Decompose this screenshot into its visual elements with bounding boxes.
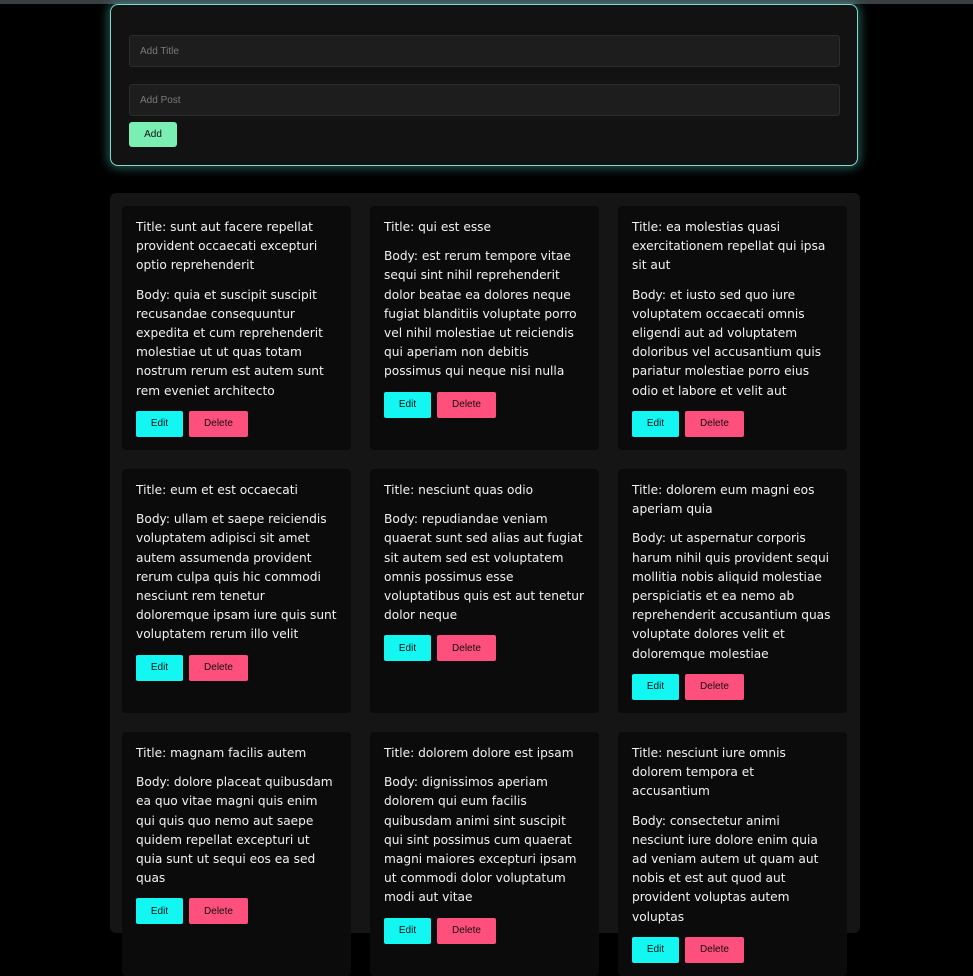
edit-button[interactable]: Edit bbox=[632, 410, 679, 437]
post-card: Title: dolorem eum magni eos aperiam qui… bbox=[618, 469, 847, 713]
post-input[interactable] bbox=[129, 84, 840, 116]
post-actions: Edit Delete bbox=[384, 635, 585, 662]
post-card: Title: nesciunt iure omnis dolorem tempo… bbox=[618, 732, 847, 976]
post-body: Body: dignissimos aperiam dolorem qui eu… bbox=[384, 775, 577, 905]
post-actions: Edit Delete bbox=[632, 936, 833, 963]
post-card: Title: nesciunt quas odio Body: repudian… bbox=[370, 469, 599, 713]
post-card: Title: qui est esse Body: est rerum temp… bbox=[370, 206, 599, 450]
posts-list: Title: sunt aut facere repellat providen… bbox=[110, 193, 860, 976]
add-post-form: Add bbox=[110, 4, 858, 166]
delete-button[interactable]: Delete bbox=[437, 391, 496, 418]
post-body: Body: et iusto sed quo iure voluptatem o… bbox=[632, 287, 822, 398]
edit-button[interactable]: Edit bbox=[136, 410, 183, 437]
post-title: Title: sunt aut facere repellat providen… bbox=[136, 220, 318, 273]
post-title: Title: eum et est occaecati bbox=[136, 483, 298, 497]
edit-button[interactable]: Edit bbox=[384, 635, 431, 662]
edit-button[interactable]: Edit bbox=[384, 391, 431, 418]
post-body: Body: est rerum tempore vitae sequi sint… bbox=[384, 249, 577, 379]
edit-button[interactable]: Edit bbox=[632, 673, 679, 700]
post-title: Title: dolorem eum magni eos aperiam qui… bbox=[632, 483, 815, 517]
post-body: Body: ullam et saepe reiciendis voluptat… bbox=[136, 512, 337, 642]
post-title: Title: nesciunt quas odio bbox=[384, 483, 534, 497]
post-card: Title: eum et est occaecati Body: ullam … bbox=[122, 469, 351, 713]
post-card: Title: magnam facilis autem Body: dolore… bbox=[122, 732, 351, 976]
post-body: Body: consectetur animi nesciunt iure do… bbox=[632, 813, 819, 924]
delete-button[interactable]: Delete bbox=[685, 936, 744, 963]
post-title: Title: qui est esse bbox=[384, 220, 492, 234]
post-body: Body: dolore placeat quibusdam ea quo vi… bbox=[136, 775, 333, 886]
post-title: Title: dolorem dolore est ipsam bbox=[384, 746, 574, 760]
post-body: Body: quia et suscipit suscipit recusand… bbox=[136, 287, 324, 398]
post-card: Title: ea molestias quasi exercitationem… bbox=[618, 206, 847, 450]
post-card: Title: sunt aut facere repellat providen… bbox=[122, 206, 351, 450]
delete-button[interactable]: Delete bbox=[437, 635, 496, 662]
delete-button[interactable]: Delete bbox=[685, 673, 744, 700]
post-actions: Edit Delete bbox=[632, 410, 833, 437]
post-actions: Edit Delete bbox=[136, 898, 337, 925]
edit-button[interactable]: Edit bbox=[384, 917, 431, 944]
delete-button[interactable]: Delete bbox=[189, 654, 248, 681]
post-actions: Edit Delete bbox=[384, 917, 585, 944]
post-card: Title: dolorem dolore est ipsam Body: di… bbox=[370, 732, 599, 976]
title-input[interactable] bbox=[129, 35, 840, 67]
post-actions: Edit Delete bbox=[384, 391, 585, 418]
edit-button[interactable]: Edit bbox=[632, 936, 679, 963]
delete-button[interactable]: Delete bbox=[189, 410, 248, 437]
post-title: Title: magnam facilis autem bbox=[136, 746, 307, 760]
post-actions: Edit Delete bbox=[632, 673, 833, 700]
add-button[interactable]: Add bbox=[129, 122, 177, 147]
delete-button[interactable]: Delete bbox=[189, 898, 248, 925]
delete-button[interactable]: Delete bbox=[685, 410, 744, 437]
edit-button[interactable]: Edit bbox=[136, 898, 183, 925]
post-title: Title: ea molestias quasi exercitationem… bbox=[632, 220, 826, 273]
delete-button[interactable]: Delete bbox=[437, 917, 496, 944]
edit-button[interactable]: Edit bbox=[136, 654, 183, 681]
post-actions: Edit Delete bbox=[136, 410, 337, 437]
post-title: Title: nesciunt iure omnis dolorem tempo… bbox=[632, 746, 786, 799]
post-body: Body: repudiandae veniam quaerat sunt se… bbox=[384, 512, 585, 623]
post-body: Body: ut aspernatur corporis harum nihil… bbox=[632, 531, 831, 661]
post-actions: Edit Delete bbox=[136, 654, 337, 681]
